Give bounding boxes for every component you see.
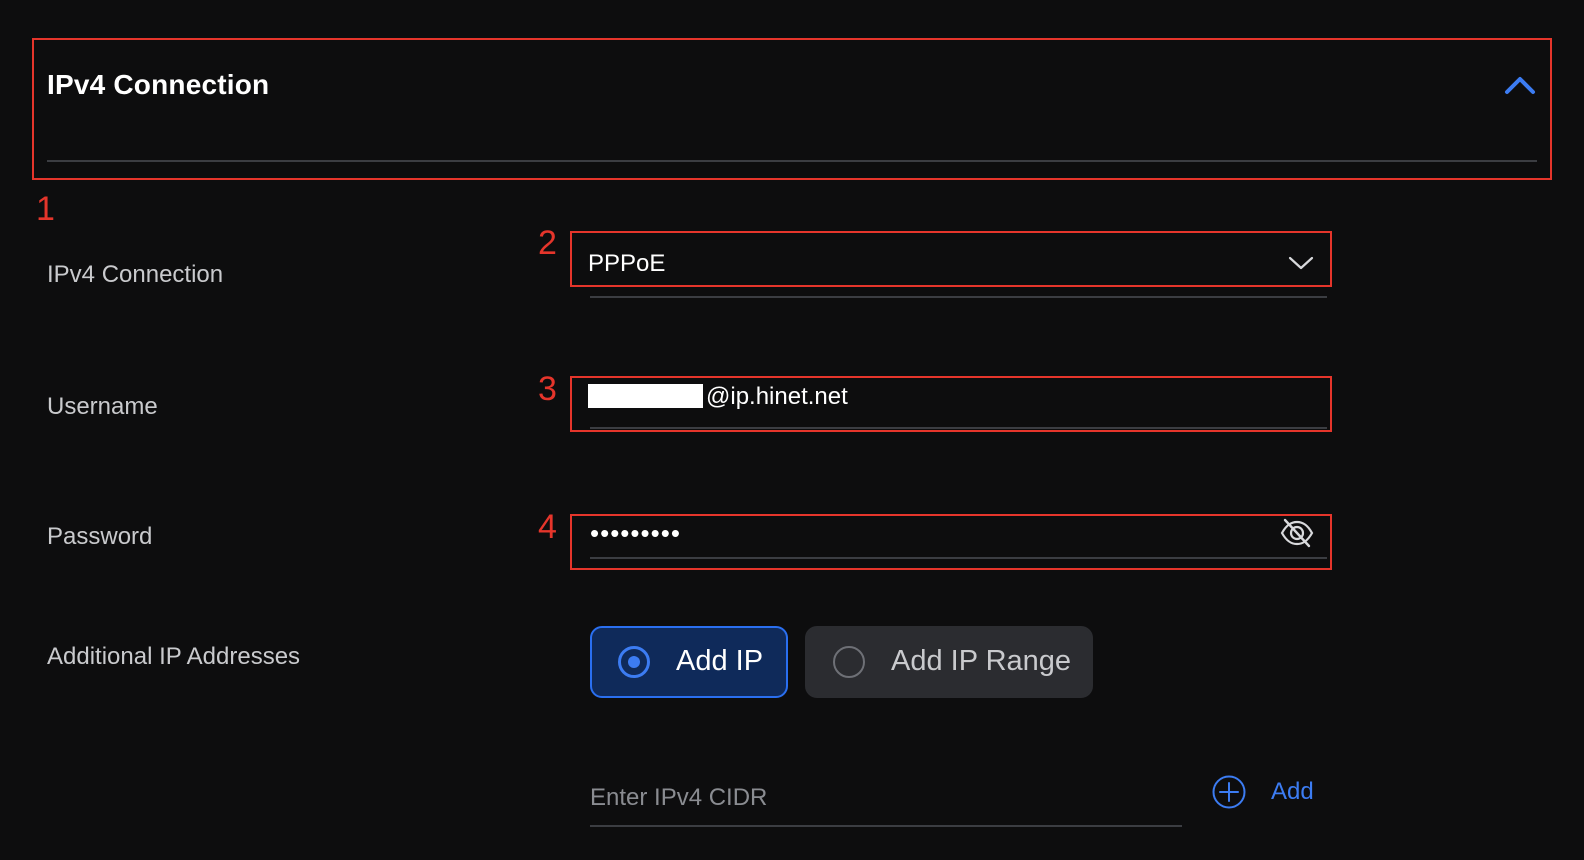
chevron-down-icon [1288,256,1314,270]
add-ip-range-label: Add IP Range [891,645,1072,677]
password-input[interactable] [590,518,1260,548]
connection-select-underline [590,296,1327,298]
toggle-password-visibility-button[interactable] [1279,517,1315,549]
username-input[interactable] [706,382,1316,412]
additional-ips-label: Additional IP Addresses [47,643,301,670]
connection-type-value: PPPoE [588,250,666,277]
password-underline [590,557,1327,559]
username-label: Username [47,393,158,420]
eye-off-icon [1280,518,1314,548]
annotation-box-1 [32,38,1552,180]
radio-unselected-icon [833,646,865,678]
chevron-up-icon [1505,77,1535,94]
add-ip-radio-button[interactable]: Add IP [590,626,788,698]
add-ip-label: Add IP [676,645,764,677]
connection-label: IPv4 Connection [47,261,224,288]
add-label: Add [1271,778,1314,805]
section-title: IPv4 Connection [47,69,270,100]
annotation-number-3: 3 [538,370,557,408]
cidr-input[interactable] [590,782,1180,814]
radio-selected-icon [618,646,650,678]
annotation-number-1: 1 [36,190,55,228]
cidr-input-underline [590,825,1182,827]
plus-circle-icon [1212,775,1246,809]
header-divider [47,160,1537,162]
password-label: Password [47,523,153,550]
redacted-username-block [588,384,703,408]
add-ip-range-radio-button[interactable]: Add IP Range [805,626,1093,698]
add-cidr-button[interactable]: Add [1211,774,1326,814]
connection-type-select[interactable]: PPPoE [588,242,1318,294]
annotation-number-2: 2 [538,224,557,262]
collapse-button[interactable] [1503,70,1537,100]
username-underline [590,427,1327,429]
annotation-number-4: 4 [538,508,557,546]
